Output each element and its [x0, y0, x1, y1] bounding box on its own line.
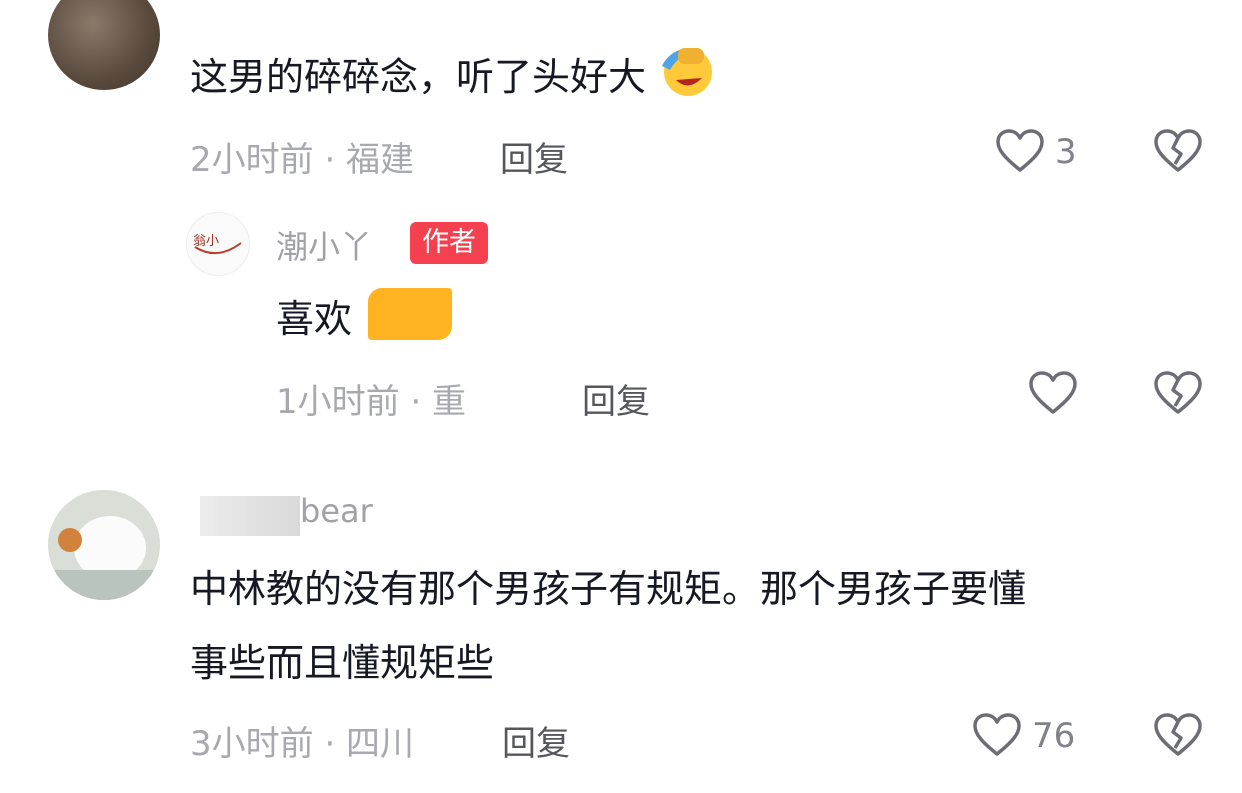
svg-text:翁小: 翁小 [193, 234, 219, 249]
comment-text-line2: 事些而且懂规矩些 [190, 641, 495, 685]
reply-button[interactable]: 回复 [502, 716, 570, 765]
like-button[interactable] [1028, 370, 1078, 416]
like-count: 3 [1055, 132, 1077, 172]
author-badge: 作者 [410, 222, 488, 264]
heart-outline-icon [1029, 371, 1077, 414]
like-button[interactable] [972, 712, 1022, 758]
facepalm-laugh-emoji-icon [658, 42, 716, 122]
username[interactable]: bear [300, 492, 373, 530]
like-count: 76 [1032, 716, 1076, 756]
username-blur [200, 496, 300, 536]
like-button[interactable] [995, 128, 1045, 174]
reply-button[interactable]: 回复 [582, 374, 650, 423]
time-location: 3小时前 · 四川 [190, 724, 415, 764]
time-location: 1小时前 · 重 [276, 382, 467, 422]
broken-heart-icon [1154, 129, 1202, 172]
avatar[interactable] [48, 490, 160, 600]
broken-heart-icon [1154, 371, 1202, 414]
username[interactable]: 潮小丫 [276, 222, 372, 268]
avatar[interactable] [48, 0, 160, 90]
dislike-button[interactable] [1153, 712, 1203, 758]
broken-heart-icon [1154, 713, 1202, 756]
reply-text: 喜欢 [276, 282, 453, 356]
avatar[interactable]: 翁小 [186, 212, 250, 276]
dislike-button[interactable] [1153, 128, 1203, 174]
sticker-icon [368, 288, 453, 340]
heart-outline-icon [996, 129, 1044, 172]
heart-outline-icon [973, 713, 1021, 756]
time-location: 2小时前 · 福建 [190, 140, 415, 180]
comment-text: 这男的碎碎念，听了头好大 [190, 40, 716, 122]
dislike-button[interactable] [1153, 370, 1203, 416]
comment-text: 中林教的没有那个男孩子有规矩。那个男孩子要懂 [190, 567, 1027, 611]
reply-button[interactable]: 回复 [500, 132, 568, 181]
